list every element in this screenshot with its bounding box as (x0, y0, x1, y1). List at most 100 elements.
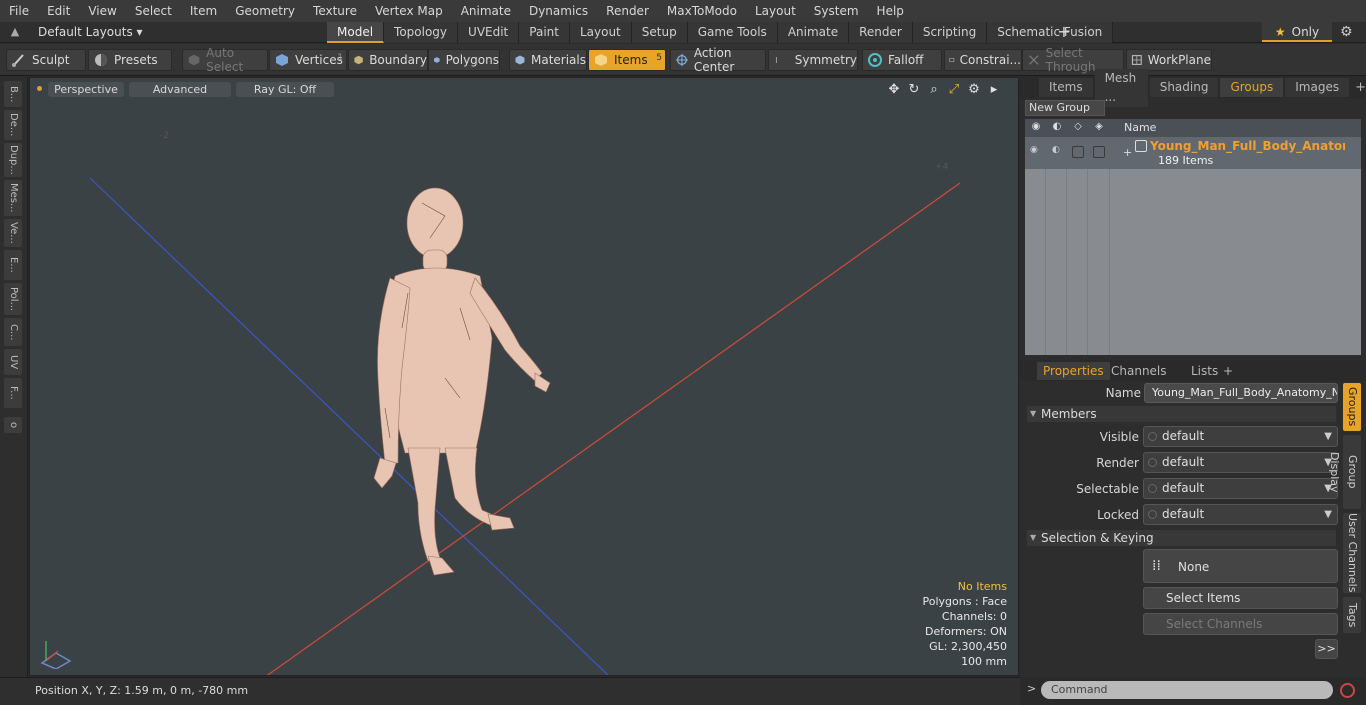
selection-keying-section[interactable]: ▼ Selection & Keying (1027, 530, 1336, 546)
visible-select[interactable]: default ▼ (1143, 426, 1338, 447)
menu-geometry[interactable]: Geometry (226, 0, 304, 22)
polygons-button[interactable]: Polygons (428, 49, 500, 71)
tab-items[interactable]: Items (1039, 78, 1093, 97)
tab-images[interactable]: Images (1285, 78, 1350, 97)
zoom-icon[interactable]: ⌕ (924, 81, 944, 98)
human-mesh[interactable] (373, 187, 551, 576)
sidetab-group-display[interactable]: Group Display (1328, 435, 1361, 509)
sidetab-groups[interactable]: Groups (1343, 383, 1361, 431)
strip-expand-icon[interactable]: o (4, 417, 22, 433)
tab-channels[interactable]: Channels (1105, 362, 1173, 380)
tab-properties[interactable]: Properties (1037, 362, 1110, 380)
row-render-icon[interactable]: ◐ (1052, 145, 1060, 155)
render-icon[interactable]: ◐ (1050, 121, 1064, 135)
menu-system[interactable]: System (805, 0, 868, 22)
strip-tab-curve[interactable]: C... (4, 318, 22, 346)
strip-tab-basic[interactable]: B... (4, 81, 22, 107)
add-tab-icon[interactable]: + (1056, 22, 1072, 42)
members-section[interactable]: ▼ Members (1027, 406, 1336, 422)
row-eye-icon[interactable]: ◉ (1030, 145, 1038, 155)
name-field[interactable]: Young_Man_Full_Body_Anatomy_Naked (1144, 383, 1338, 403)
perspective-button[interactable]: Perspective (48, 82, 124, 97)
layout-selector[interactable]: Default Layouts ▾ (30, 22, 151, 42)
tab-topology[interactable]: Topology (384, 22, 459, 43)
tab-render[interactable]: Render (849, 22, 913, 43)
menu-texture[interactable]: Texture (304, 0, 366, 22)
maximize-icon[interactable]: ⤢ (944, 81, 964, 98)
menu-file[interactable]: File (0, 0, 38, 22)
strip-tab-mesh-edit[interactable]: Mes... (4, 180, 22, 216)
select-channels-button[interactable]: Select Channels (1143, 613, 1338, 635)
select-icon[interactable]: ◈ (1092, 121, 1106, 135)
items-button[interactable]: Items 5 (588, 49, 666, 71)
record-macro-icon[interactable] (1340, 683, 1355, 698)
add-tab-icon[interactable]: + (1355, 80, 1366, 95)
menu-edit[interactable]: Edit (38, 0, 79, 22)
tab-animate[interactable]: Animate (777, 22, 850, 43)
menu-vertex-map[interactable]: Vertex Map (366, 0, 452, 22)
expand-icon[interactable]: + (1123, 146, 1132, 159)
strip-tab-polygon[interactable]: Pol... (4, 283, 22, 315)
action-center-button[interactable]: Action Center (670, 46, 766, 74)
eye-icon[interactable]: ◉ (1029, 121, 1043, 135)
presets-button[interactable]: Presets (88, 49, 172, 71)
sidetab-user-channels[interactable]: User Channels (1343, 513, 1361, 593)
menu-layout[interactable]: Layout (746, 0, 805, 22)
tab-setup[interactable]: Setup (631, 22, 688, 43)
settings-icon[interactable]: ⚙ (964, 81, 984, 98)
auto-select-button[interactable]: Auto Select (182, 46, 268, 74)
only-toggle[interactable]: ★ Only (1262, 22, 1332, 42)
tab-layout[interactable]: Layout (569, 22, 632, 43)
tab-model[interactable]: Model (327, 22, 385, 43)
select-items-button[interactable]: Select Items (1143, 587, 1338, 609)
symmetry-button[interactable]: Symmetry (768, 49, 858, 71)
selectable-select[interactable]: default▼ (1143, 478, 1338, 499)
sculpt-button[interactable]: Sculpt (6, 49, 86, 71)
add-props-tab-icon[interactable]: + (1217, 362, 1239, 380)
sidetab-tags[interactable]: Tags (1343, 597, 1361, 633)
none-button[interactable]: ⁞⁞ None (1143, 549, 1338, 583)
vertices-button[interactable]: Vertices 1 (269, 49, 347, 71)
more-button[interactable]: >> (1315, 639, 1338, 659)
menu-view[interactable]: View (79, 0, 125, 22)
menu-item[interactable]: Item (181, 0, 226, 22)
command-input[interactable]: Command (1041, 681, 1333, 699)
boundary-button[interactable]: Boundary (348, 49, 428, 71)
layout-arrow-icon[interactable]: ▲ (8, 25, 22, 39)
row-select-checkbox[interactable] (1093, 146, 1105, 158)
play-arrow-icon[interactable]: ▸ (984, 81, 1004, 98)
3d-viewport[interactable]: -2 +4 Perspective Advanced Ray GL: Off ✥… (29, 77, 1019, 676)
lock-icon[interactable]: ◇ (1071, 121, 1085, 135)
viewport-menu-dot[interactable] (37, 86, 42, 91)
strip-tab-fusion[interactable]: F... (4, 378, 22, 408)
constraints-button[interactable]: Constrai... (944, 49, 1022, 71)
tab-game-tools[interactable]: Game Tools (687, 22, 778, 43)
tab-paint[interactable]: Paint (519, 22, 570, 43)
menu-animate[interactable]: Animate (452, 0, 520, 22)
menu-render[interactable]: Render (597, 0, 658, 22)
menu-maxtomodo[interactable]: MaxToModo (658, 0, 746, 22)
group-row[interactable]: ◉ ◐ + Young_Man_Full_Body_Anatom ... 189… (1025, 137, 1361, 169)
menu-dynamics[interactable]: Dynamics (520, 0, 597, 22)
strip-tab-edge[interactable]: E... (4, 250, 22, 280)
menu-help[interactable]: Help (868, 0, 913, 22)
rotate-icon[interactable]: ↻ (904, 81, 924, 98)
locked-select[interactable]: default ▼ (1143, 504, 1338, 525)
move-icon[interactable]: ✥ (884, 81, 904, 98)
menu-select[interactable]: Select (126, 0, 181, 22)
new-group-button[interactable]: New Group (1025, 100, 1105, 116)
strip-tab-duplicate[interactable]: Dup... (4, 143, 22, 177)
strip-tab-uv[interactable]: UV (4, 349, 22, 375)
tab-uvedit[interactable]: UVEdit (458, 22, 520, 43)
tab-schematic-fusion[interactable]: Schematic Fusion (987, 22, 1114, 43)
tab-shading[interactable]: Shading (1149, 78, 1219, 97)
row-lock-checkbox[interactable] (1072, 146, 1084, 158)
falloff-button[interactable]: Falloff (862, 49, 942, 71)
materials-button[interactable]: Materials (509, 49, 587, 71)
tab-scripting[interactable]: Scripting (912, 22, 988, 43)
strip-tab-vertex[interactable]: Ve... (4, 219, 22, 247)
raygl-button[interactable]: Ray GL: Off (236, 82, 334, 97)
gear-icon[interactable]: ⚙ (1340, 24, 1353, 40)
tab-groups[interactable]: Groups (1220, 78, 1284, 97)
advanced-button[interactable]: Advanced (129, 82, 231, 97)
